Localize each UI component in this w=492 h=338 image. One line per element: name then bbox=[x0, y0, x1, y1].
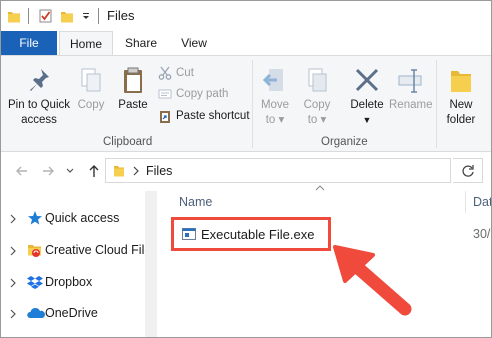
new-folder-label-line2: folder bbox=[446, 114, 476, 126]
pin-label-line2: access bbox=[21, 114, 57, 126]
file-name: Executable File.exe bbox=[201, 227, 315, 242]
explorer-window: Files File Home Share View Pin to Quick … bbox=[0, 0, 492, 338]
back-arrow-icon[interactable] bbox=[15, 163, 29, 179]
nav-item-onedrive[interactable]: OneDrive bbox=[1, 302, 145, 324]
window-title: Files bbox=[107, 8, 135, 23]
sort-ascending-icon bbox=[315, 185, 325, 191]
copy-path-button[interactable]: Copy path bbox=[158, 86, 248, 102]
rename-icon bbox=[398, 69, 422, 93]
paste-shortcut-icon bbox=[160, 111, 170, 123]
nav-item-dropbox[interactable]: Dropbox bbox=[1, 271, 145, 293]
address-field[interactable]: Files bbox=[105, 158, 451, 183]
title-bar: Files bbox=[1, 1, 491, 31]
nav-label: Creative Cloud Files bbox=[45, 243, 145, 257]
scissors-icon bbox=[158, 66, 172, 80]
recent-locations-chevron-icon[interactable] bbox=[65, 163, 75, 179]
paste-icon bbox=[124, 67, 142, 93]
breadcrumb-chevron-icon[interactable] bbox=[132, 166, 140, 176]
column-header-date[interactable]: Dat bbox=[473, 195, 491, 209]
delete-label: Delete bbox=[350, 99, 384, 111]
pin-icon bbox=[30, 69, 49, 91]
delete-dropdown-arrow[interactable]: ▼ bbox=[347, 113, 387, 128]
address-bar-row: Files bbox=[1, 153, 491, 189]
expand-chevron-icon[interactable] bbox=[9, 278, 17, 288]
executable-file-icon bbox=[182, 228, 196, 240]
tab-file[interactable]: File bbox=[1, 31, 57, 55]
paste-shortcut-button[interactable]: Paste shortcut bbox=[158, 108, 250, 124]
nav-label: OneDrive bbox=[45, 306, 98, 320]
pin-label-line1: Pin to Quick bbox=[8, 99, 70, 111]
nav-item-creative-cloud-files[interactable]: Creative Cloud Files bbox=[1, 239, 145, 261]
title-separator bbox=[28, 8, 29, 24]
pin-to-quick-access-button[interactable]: Pin to Quick access bbox=[5, 66, 73, 128]
copy-to-icon bbox=[308, 68, 327, 92]
tab-share[interactable]: Share bbox=[117, 31, 165, 55]
navigation-pane-scrollbar[interactable] bbox=[145, 191, 157, 337]
organize-group-label: Organize bbox=[321, 136, 368, 148]
clipboard-group-label: Clipboard bbox=[103, 136, 153, 148]
folder-icon bbox=[114, 166, 124, 177]
paste-shortcut-label: Paste shortcut bbox=[176, 110, 250, 122]
tab-home[interactable]: Home bbox=[59, 31, 113, 56]
star-icon bbox=[28, 211, 42, 225]
copy-to-button[interactable]: Copy to ▾ bbox=[299, 66, 335, 128]
copy-icon bbox=[81, 68, 101, 92]
expand-chevron-icon[interactable] bbox=[9, 246, 17, 256]
new-folder-quick-icon[interactable] bbox=[60, 8, 74, 24]
file-row-executable[interactable]: Executable File.exe bbox=[171, 217, 331, 251]
folder-icon bbox=[8, 12, 20, 23]
expand-chevron-icon[interactable] bbox=[9, 214, 17, 224]
move-to-button[interactable]: Move to ▾ bbox=[257, 66, 293, 128]
paste-label: Paste bbox=[118, 99, 148, 111]
paste-button[interactable]: Paste bbox=[113, 66, 153, 113]
group-separator bbox=[252, 60, 253, 148]
new-folder-icon bbox=[451, 71, 471, 92]
address-path[interactable]: Files bbox=[146, 164, 172, 178]
delete-button[interactable]: Delete ▼ bbox=[347, 66, 387, 128]
group-separator bbox=[436, 60, 437, 148]
cut-button[interactable]: Cut bbox=[158, 65, 248, 81]
copy-to-label-line1: Copy bbox=[303, 99, 331, 111]
annotation-arrow bbox=[333, 245, 412, 316]
copy-button[interactable]: Copy bbox=[75, 66, 107, 113]
column-separator[interactable] bbox=[465, 191, 466, 213]
copy-path-label: Copy path bbox=[176, 88, 229, 100]
ribbon-tabs: File Home Share View bbox=[1, 31, 491, 56]
cut-label: Cut bbox=[176, 67, 194, 79]
ribbon-home: Pin to Quick access Copy Paste Cut Copy … bbox=[1, 55, 491, 152]
copy-label: Copy bbox=[77, 99, 105, 111]
new-folder-button[interactable]: New folder bbox=[441, 66, 481, 128]
creative-cloud-folder-icon bbox=[28, 245, 41, 257]
onedrive-icon bbox=[27, 307, 45, 318]
move-to-label-line1: Move bbox=[260, 99, 290, 111]
forward-arrow-icon[interactable] bbox=[41, 163, 55, 179]
nav-item-quick-access[interactable]: Quick access bbox=[1, 207, 145, 229]
column-header-name[interactable]: Name bbox=[179, 195, 212, 209]
refresh-button[interactable] bbox=[453, 158, 483, 183]
move-to-label-line2: to ▾ bbox=[265, 114, 285, 126]
refresh-icon bbox=[462, 165, 474, 177]
file-date-modified: 30/ bbox=[473, 227, 491, 241]
navigation-pane: Quick access Creative Cloud Files Dropbo… bbox=[1, 189, 157, 337]
up-arrow-icon[interactable] bbox=[87, 163, 101, 179]
rename-label: Rename bbox=[389, 99, 433, 111]
copy-to-label-line2: to ▾ bbox=[307, 114, 327, 126]
properties-icon[interactable] bbox=[38, 8, 54, 24]
nav-label: Dropbox bbox=[45, 275, 93, 289]
dropbox-icon bbox=[27, 276, 43, 289]
tab-view[interactable]: View bbox=[171, 31, 217, 55]
rename-button[interactable]: Rename bbox=[389, 66, 433, 113]
copy-path-icon bbox=[158, 89, 172, 99]
move-to-icon bbox=[262, 69, 283, 91]
customize-toolbar-icon[interactable] bbox=[81, 8, 91, 24]
nav-label: Quick access bbox=[45, 211, 120, 225]
delete-x-icon bbox=[355, 68, 379, 92]
expand-chevron-icon[interactable] bbox=[9, 309, 17, 319]
title-separator bbox=[98, 8, 99, 24]
new-folder-label-line1: New bbox=[449, 99, 473, 111]
